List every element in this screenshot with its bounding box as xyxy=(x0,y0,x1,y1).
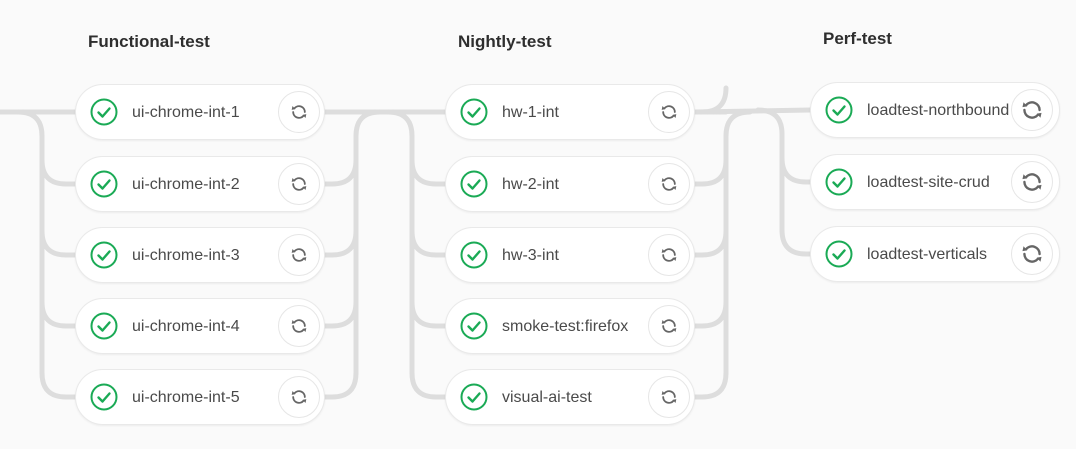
retry-button[interactable] xyxy=(278,376,320,418)
retry-icon xyxy=(1019,169,1045,195)
retry-icon xyxy=(289,102,309,122)
retry-icon xyxy=(289,316,309,336)
stage-title-nightly-test: Nightly-test xyxy=(458,32,552,51)
job-name[interactable]: loadtest-verticals xyxy=(867,227,1013,283)
job-name[interactable]: ui-chrome-int-1 xyxy=(132,85,272,141)
job-name[interactable]: hw-3-int xyxy=(502,228,650,284)
job-hw-1-int[interactable]: hw-1-int xyxy=(445,84,695,140)
retry-icon xyxy=(1019,97,1045,123)
retry-button[interactable] xyxy=(648,163,690,205)
job-name[interactable]: visual-ai-test xyxy=(502,370,650,426)
job-ui-chrome-int-1[interactable]: ui-chrome-int-1 xyxy=(75,84,325,140)
pipeline-graph: Functional-test Nightly-test Perf-test u… xyxy=(0,0,1076,449)
check-circle-icon xyxy=(460,383,488,411)
check-circle-icon xyxy=(460,312,488,340)
job-name[interactable]: smoke-test:firefox xyxy=(502,299,650,355)
job-ui-chrome-int-3[interactable]: ui-chrome-int-3 xyxy=(75,227,325,283)
job-hw-3-int[interactable]: hw-3-int xyxy=(445,227,695,283)
job-name[interactable]: ui-chrome-int-2 xyxy=(132,157,272,213)
job-name[interactable]: hw-1-int xyxy=(502,85,650,141)
retry-icon xyxy=(659,316,679,336)
check-circle-icon xyxy=(90,383,118,411)
retry-icon xyxy=(1019,241,1045,267)
stage-title-perf-test: Perf-test xyxy=(823,29,892,48)
retry-icon xyxy=(659,387,679,407)
job-visual-ai-test[interactable]: visual-ai-test xyxy=(445,369,695,425)
check-circle-icon xyxy=(460,170,488,198)
retry-button[interactable] xyxy=(648,376,690,418)
job-name[interactable]: hw-2-int xyxy=(502,157,650,213)
job-loadtest-site-crud[interactable]: loadtest-site-crud xyxy=(810,154,1060,210)
job-hw-2-int[interactable]: hw-2-int xyxy=(445,156,695,212)
retry-button[interactable] xyxy=(648,91,690,133)
retry-button[interactable] xyxy=(278,305,320,347)
check-circle-icon xyxy=(460,98,488,126)
retry-icon xyxy=(659,102,679,122)
retry-icon xyxy=(289,245,309,265)
check-circle-icon xyxy=(825,96,853,124)
check-circle-icon xyxy=(90,241,118,269)
job-ui-chrome-int-5[interactable]: ui-chrome-int-5 xyxy=(75,369,325,425)
retry-button[interactable] xyxy=(278,91,320,133)
retry-icon xyxy=(289,174,309,194)
job-loadtest-northbound[interactable]: loadtest-northbound xyxy=(810,82,1060,138)
retry-button[interactable] xyxy=(1011,89,1053,131)
check-circle-icon xyxy=(825,240,853,268)
check-circle-icon xyxy=(90,312,118,340)
check-circle-icon xyxy=(90,170,118,198)
retry-icon xyxy=(289,387,309,407)
retry-button[interactable] xyxy=(648,234,690,276)
job-name[interactable]: loadtest-northbound xyxy=(867,83,1013,139)
retry-icon xyxy=(659,245,679,265)
job-name[interactable]: ui-chrome-int-4 xyxy=(132,299,272,355)
job-loadtest-verticals[interactable]: loadtest-verticals xyxy=(810,226,1060,282)
job-smoke-test-firefox[interactable]: smoke-test:firefox xyxy=(445,298,695,354)
retry-button[interactable] xyxy=(1011,233,1053,275)
check-circle-icon xyxy=(460,241,488,269)
check-circle-icon xyxy=(825,168,853,196)
retry-button[interactable] xyxy=(278,163,320,205)
check-circle-icon xyxy=(90,98,118,126)
job-ui-chrome-int-4[interactable]: ui-chrome-int-4 xyxy=(75,298,325,354)
retry-icon xyxy=(659,174,679,194)
job-name[interactable]: ui-chrome-int-5 xyxy=(132,370,272,426)
job-name[interactable]: ui-chrome-int-3 xyxy=(132,228,272,284)
retry-button[interactable] xyxy=(278,234,320,276)
retry-button[interactable] xyxy=(1011,161,1053,203)
stage-title-functional-test: Functional-test xyxy=(88,32,210,51)
job-ui-chrome-int-2[interactable]: ui-chrome-int-2 xyxy=(75,156,325,212)
job-name[interactable]: loadtest-site-crud xyxy=(867,155,1013,211)
retry-button[interactable] xyxy=(648,305,690,347)
